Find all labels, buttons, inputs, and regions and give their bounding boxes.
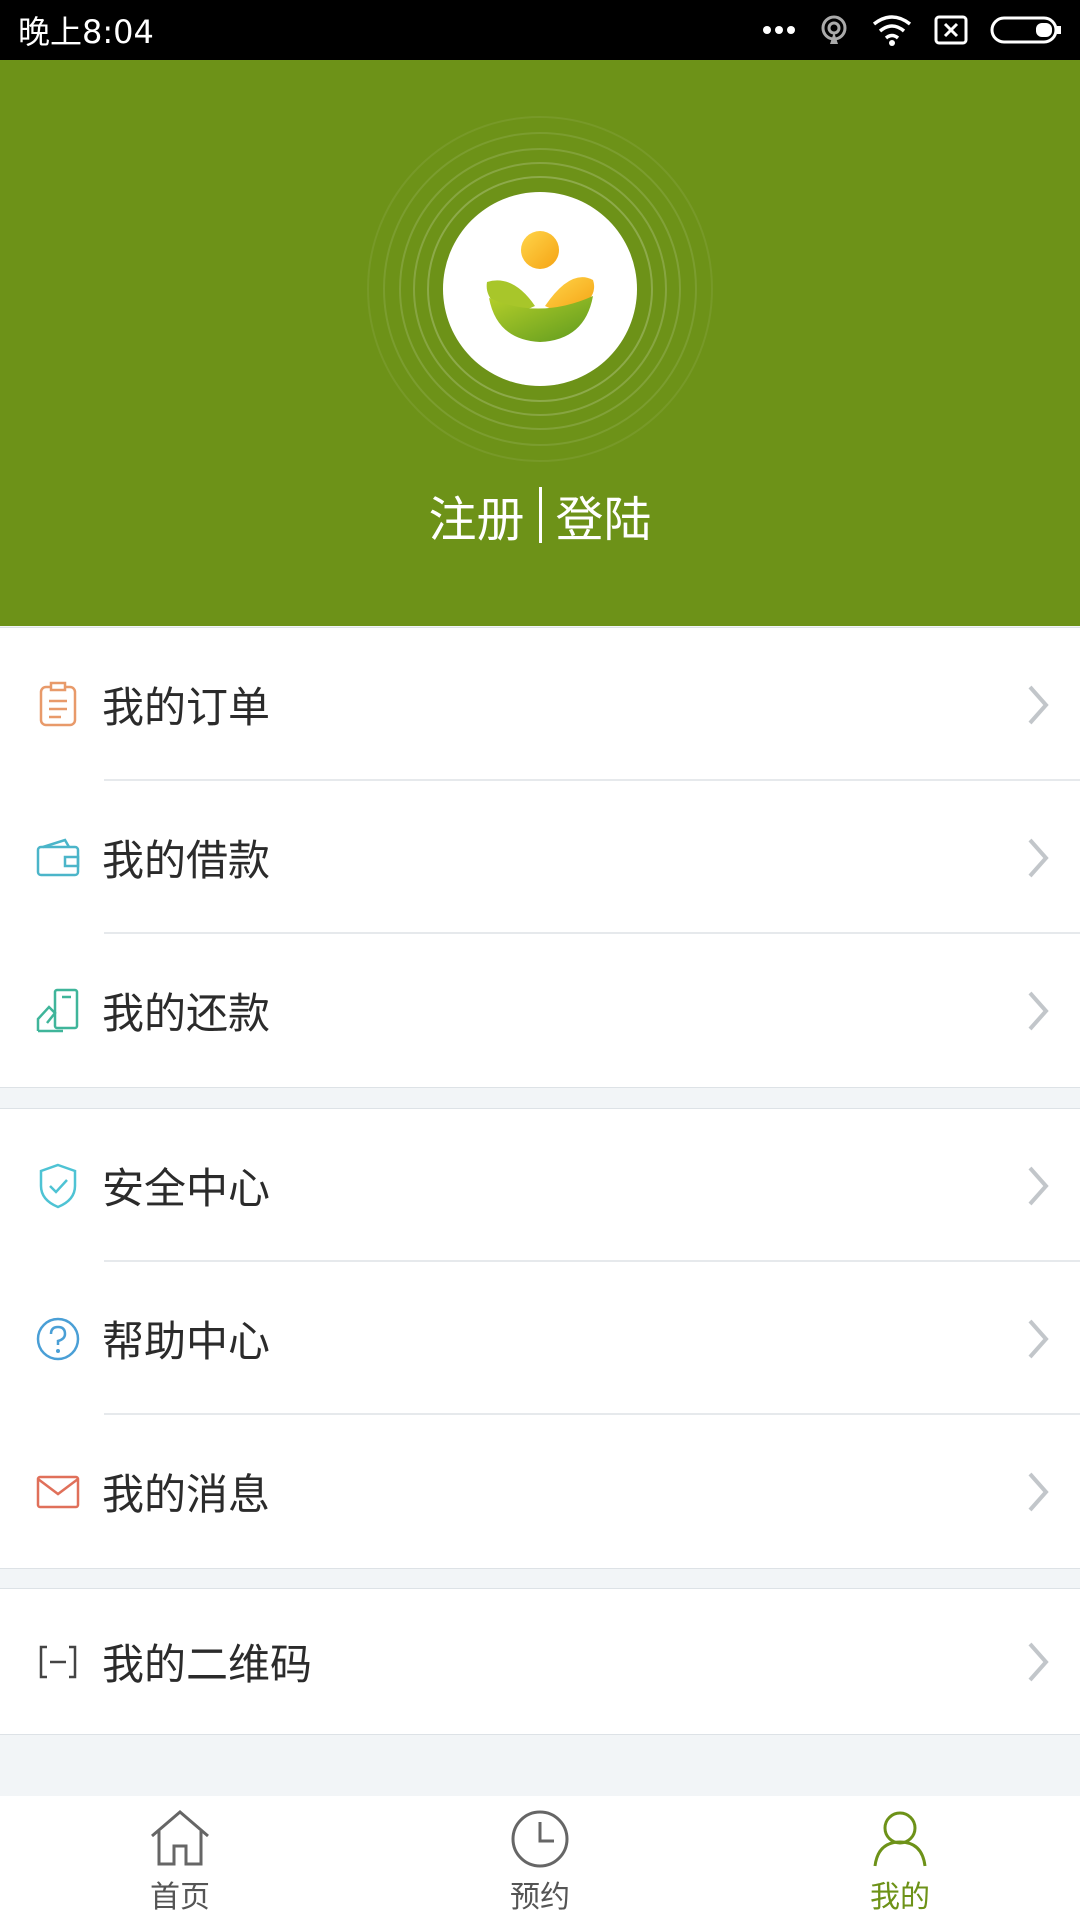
status-bar: 晚上8:04 <box>0 0 1080 60</box>
chevron-right-icon <box>1028 685 1049 724</box>
app-logo-icon <box>486 231 595 342</box>
profile-header: 注册 登陆 <box>0 60 1080 626</box>
menu-label: 我的二维码 <box>102 1640 313 1689</box>
menu-group-qr: 我的二维码 <box>0 1588 1080 1735</box>
tab-label: 预约 <box>510 1880 570 1915</box>
menu-item-help[interactable]: 帮助中心 <box>0 1262 1080 1415</box>
tab-home[interactable]: 首页 <box>0 1796 360 1920</box>
status-time: 晚上8:04 <box>18 13 154 51</box>
qr-code-icon <box>34 1638 82 1686</box>
hotspot-icon <box>818 14 850 46</box>
mail-icon <box>34 1468 82 1516</box>
tab-label: 我的 <box>870 1880 930 1915</box>
shield-icon <box>34 1162 82 1210</box>
menu-item-qr-code[interactable]: 我的二维码 <box>0 1589 1080 1734</box>
menu-item-security[interactable]: 安全中心 <box>0 1109 1080 1262</box>
menu-label: 我的订单 <box>102 683 271 732</box>
tab-label: 首页 <box>150 1880 210 1915</box>
avatar[interactable] <box>443 192 637 386</box>
menu-label: 我的还款 <box>102 989 271 1038</box>
auth-links: 注册 登陆 <box>0 480 1080 550</box>
menu-group-support: 安全中心 帮助中心 我的消息 <box>0 1108 1080 1569</box>
user-icon <box>873 1811 927 1867</box>
menu-item-repayments[interactable]: 我的还款 <box>0 934 1080 1087</box>
order-icon <box>34 681 82 729</box>
home-icon <box>151 1810 209 1866</box>
menu-label: 我的借款 <box>102 836 271 885</box>
chevron-right-icon <box>1028 991 1049 1030</box>
wallet-icon <box>34 834 82 882</box>
menu-item-loans[interactable]: 我的借款 <box>0 781 1080 934</box>
repayment-icon <box>34 987 82 1035</box>
menu-group-account: 我的订单 我的借款 我的还款 <box>0 627 1080 1088</box>
status-icons <box>762 14 1062 46</box>
sim-x-icon <box>934 15 968 45</box>
tab-reservation[interactable]: 预约 <box>360 1796 720 1920</box>
bottom-tab-bar: 首页 预约 我的 <box>0 1796 1080 1920</box>
menu-item-messages[interactable]: 我的消息 <box>0 1415 1080 1568</box>
register-link[interactable]: 注册 <box>428 480 524 550</box>
chevron-right-icon <box>1028 1166 1049 1205</box>
menu-label: 安全中心 <box>102 1164 271 1213</box>
tab-mine[interactable]: 我的 <box>720 1796 1080 1920</box>
login-link[interactable]: 登陆 <box>556 480 652 550</box>
auth-divider <box>538 487 542 543</box>
chevron-right-icon <box>1028 1319 1049 1358</box>
help-icon <box>34 1315 82 1363</box>
clock-icon <box>511 1810 569 1868</box>
chevron-right-icon <box>1028 1472 1049 1511</box>
menu-item-orders[interactable]: 我的订单 <box>0 628 1080 781</box>
more-dots-icon <box>762 25 796 35</box>
battery-icon <box>990 15 1062 45</box>
menu-label: 我的消息 <box>102 1470 271 1519</box>
chevron-right-icon <box>1028 1642 1049 1681</box>
menu-label: 帮助中心 <box>102 1317 271 1366</box>
chevron-right-icon <box>1028 838 1049 877</box>
wifi-icon <box>872 14 912 46</box>
